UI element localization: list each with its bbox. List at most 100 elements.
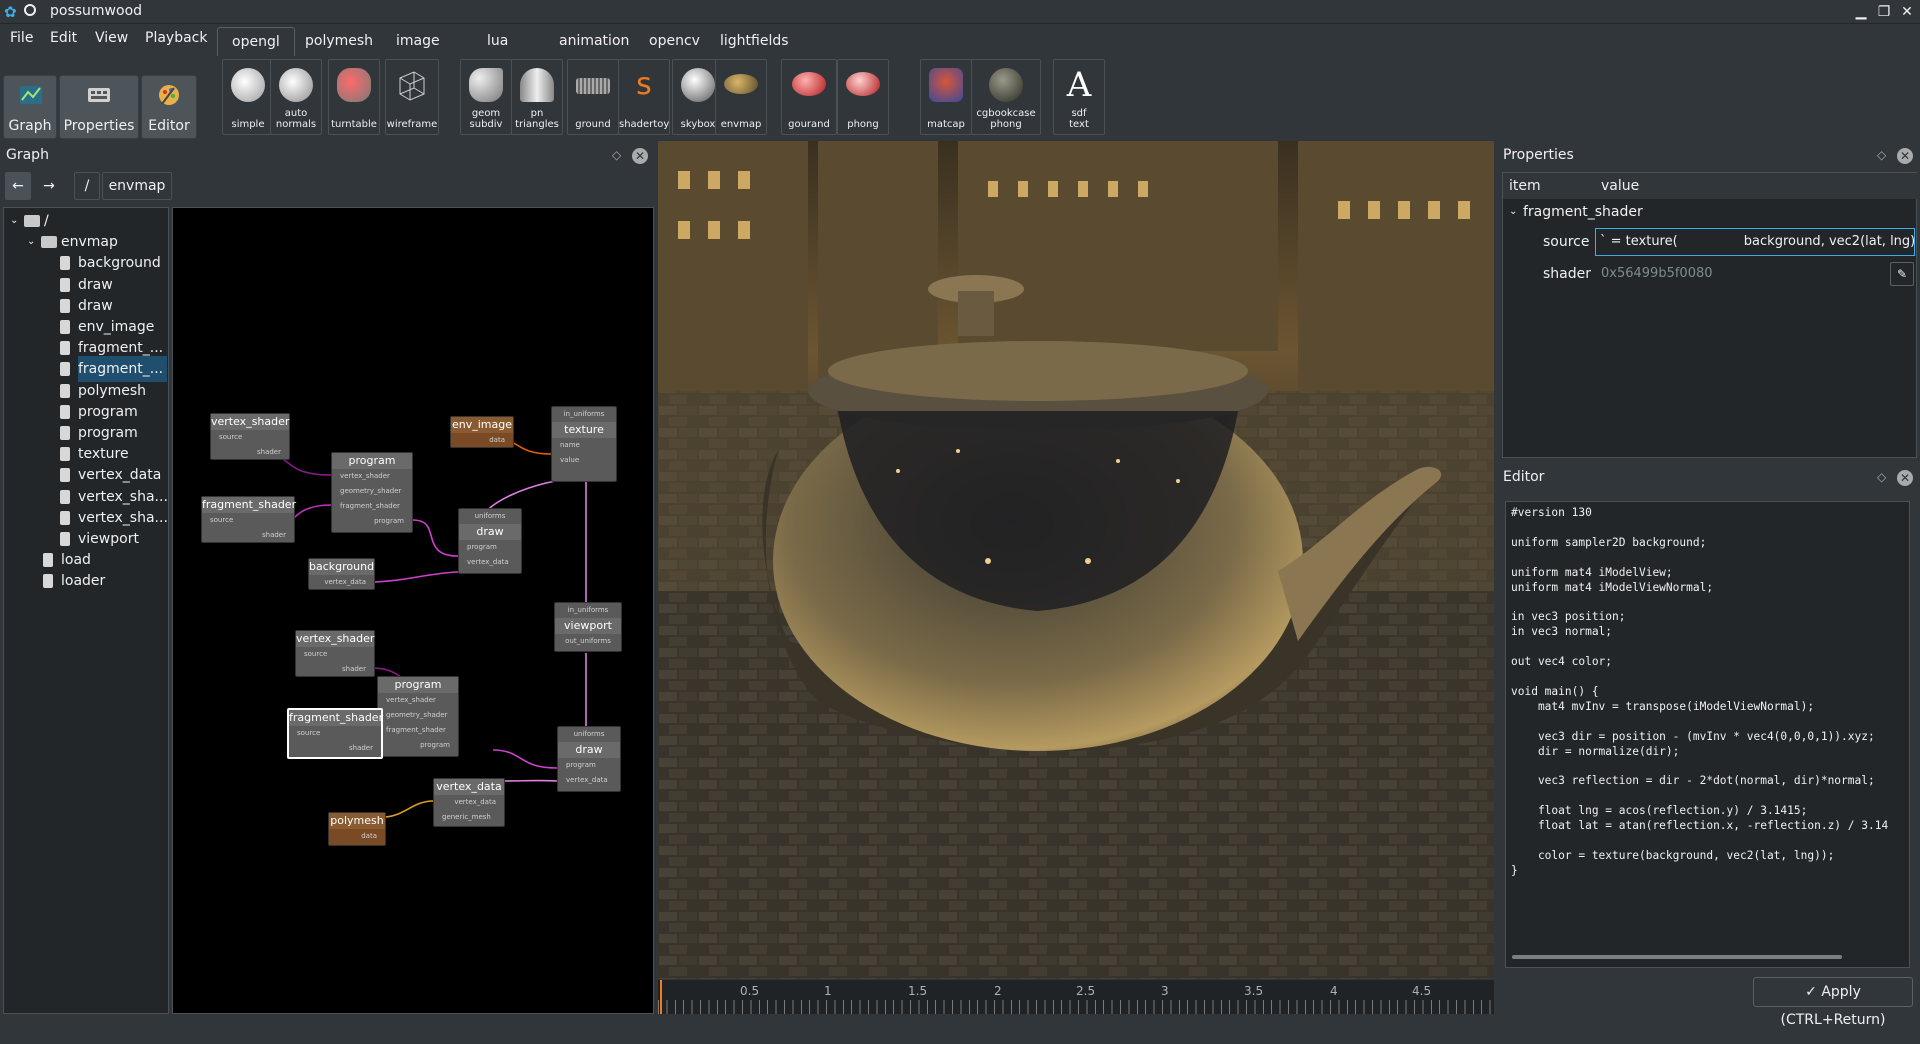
teapot-red-icon xyxy=(846,72,880,96)
float-dock-icon[interactable]: ◇ xyxy=(1877,148,1886,162)
node-icon xyxy=(60,404,70,419)
node-polymesh[interactable]: polymesh data xyxy=(328,812,386,846)
tree-item[interactable]: loader xyxy=(4,568,168,594)
float-dock-icon[interactable]: ◇ xyxy=(1877,470,1886,484)
tool-wireframe[interactable]: wireframe xyxy=(385,59,439,135)
menu-view[interactable]: View xyxy=(95,30,128,46)
graph-dock-button[interactable]: Graph xyxy=(3,75,57,139)
tool-simple[interactable]: simple xyxy=(222,59,274,135)
breadcrumb-current[interactable]: envmap xyxy=(102,172,172,200)
close-dock-icon[interactable]: ✕ xyxy=(1897,470,1913,486)
tool-shadertoy[interactable]: ꜱ shadertoy xyxy=(618,59,670,135)
tool-matcap[interactable]: matcap xyxy=(920,59,972,135)
properties-dock-button[interactable]: Properties xyxy=(59,75,139,139)
maximize-icon[interactable]: ❐ xyxy=(1875,3,1893,21)
port-label: program xyxy=(467,543,497,551)
column-header-value[interactable]: value xyxy=(1595,173,1920,199)
geom-subdiv-icon xyxy=(469,68,503,102)
node-vertex-shader[interactable]: vertex_shader source shader xyxy=(210,413,290,460)
tick-label: 1.5 xyxy=(908,984,928,998)
node-graph-canvas[interactable]: vertex_shader source shader fragment_sha… xyxy=(172,207,654,1014)
tab-polymesh[interactable]: polymesh xyxy=(291,27,387,55)
close-dock-icon[interactable]: ✕ xyxy=(632,148,648,164)
tick-label: 0.5 xyxy=(740,984,760,998)
forward-button[interactable]: → xyxy=(36,172,62,200)
tab-opengl[interactable]: opengl xyxy=(217,27,295,56)
window-menu-icon[interactable] xyxy=(24,4,36,16)
back-button[interactable]: ← xyxy=(5,172,31,200)
node-texture[interactable]: in_uniforms texture name value xyxy=(551,406,617,482)
tool-cgbookcase-phong[interactable]: cgbookcase phong xyxy=(971,59,1041,135)
node-vertex-data[interactable]: vertex_data vertex_data generic_mesh xyxy=(433,778,505,827)
port-label: name xyxy=(560,441,580,449)
minimize-icon[interactable]: ▁ xyxy=(1852,3,1870,21)
node-background[interactable]: background vertex_data xyxy=(308,558,375,590)
node-icon xyxy=(60,383,70,398)
tool-geom-subdiv[interactable]: geom subdiv xyxy=(460,59,512,135)
letter-a-icon: A xyxy=(1066,65,1092,105)
node-env-image[interactable]: env_image data xyxy=(450,416,514,448)
node-title: draw xyxy=(558,742,620,758)
node-fragment-shader[interactable]: fragment_shader source shader xyxy=(201,496,296,543)
graph-dock-label: Graph xyxy=(8,118,52,134)
tab-image[interactable]: image xyxy=(382,27,454,55)
node-title: vertex_shader xyxy=(211,414,290,430)
node-title: vertex_data xyxy=(434,779,504,795)
3d-viewport[interactable] xyxy=(658,141,1494,979)
matcap-icon xyxy=(929,68,963,102)
float-dock-icon[interactable]: ◇ xyxy=(612,148,621,162)
node-program[interactable]: program vertex_shader geometry_shader fr… xyxy=(331,452,413,533)
node-fragment-shader-selected[interactable]: fragment_shader source shader xyxy=(287,708,383,759)
menu-file[interactable]: File xyxy=(10,30,33,46)
menu-edit[interactable]: Edit xyxy=(50,30,77,46)
edit-icon[interactable]: ✎ xyxy=(1890,262,1914,286)
car-icon xyxy=(337,68,371,102)
menu-playback[interactable]: Playback xyxy=(145,30,207,46)
tab-lightfields[interactable]: lightfields xyxy=(706,27,803,55)
tool-phong[interactable]: phong xyxy=(837,59,889,135)
node-title: program xyxy=(378,677,458,693)
property-row-source: source ` = texture( background, vec2(lat… xyxy=(1503,227,1916,257)
node-icon xyxy=(60,468,70,483)
close-window-icon[interactable]: ✕ xyxy=(1898,3,1916,21)
tool-pn-triangles[interactable]: pn triangles xyxy=(511,59,563,135)
window-title: possumwood xyxy=(50,3,143,19)
tool-ground[interactable]: ground xyxy=(567,59,619,135)
port-label: program xyxy=(420,741,450,749)
tab-animation[interactable]: animation xyxy=(545,27,643,55)
tool-gourand[interactable]: gourand xyxy=(781,59,837,135)
apply-button[interactable]: ✓ Apply (CTRL+Return) xyxy=(1753,977,1913,1028)
port-label: shader xyxy=(261,531,286,539)
breadcrumb-root[interactable]: / xyxy=(74,172,100,200)
editor-dock-button[interactable]: Editor xyxy=(141,75,197,139)
node-draw[interactable]: uniforms draw program vertex_data xyxy=(458,508,522,574)
timeline-ruler[interactable]: 0.5 1 1.5 2 2.5 3 3.5 4 4.5 xyxy=(658,980,1494,1014)
node-icon xyxy=(60,510,70,525)
tool-label: shadertoy xyxy=(619,119,670,130)
tool-auto-normals[interactable]: auto normals xyxy=(270,59,322,135)
property-group-row[interactable]: ⌄ fragment_shader xyxy=(1503,199,1916,225)
node-vertex-shader[interactable]: vertex_shader source shader xyxy=(295,630,375,677)
code-editor[interactable]: #version 130 uniform sampler2D backgroun… xyxy=(1505,501,1910,968)
port-label: source xyxy=(210,516,234,524)
tool-envmap[interactable]: envmap xyxy=(715,59,767,135)
node-icon xyxy=(43,553,53,568)
property-row-shader: shader 0x56499b5f0080 ✎ xyxy=(1503,259,1916,289)
code-text[interactable]: #version 130 uniform sampler2D backgroun… xyxy=(1506,502,1909,883)
tick-label: 3 xyxy=(1161,984,1169,998)
close-dock-icon[interactable]: ✕ xyxy=(1897,148,1913,164)
tool-turntable[interactable]: turntable xyxy=(328,59,380,135)
graph-icon xyxy=(20,86,42,104)
tool-sdf-text[interactable]: A sdf text xyxy=(1053,59,1105,135)
node-draw[interactable]: uniforms draw program vertex_data xyxy=(557,726,621,792)
horizontal-scrollbar[interactable] xyxy=(1512,955,1842,959)
cube-wireframe-icon xyxy=(399,71,425,101)
tab-lua[interactable]: lua xyxy=(473,27,522,55)
source-value-field[interactable]: ` = texture( background, vec2(lat, lng))… xyxy=(1595,228,1915,256)
column-header-item[interactable]: item xyxy=(1503,173,1602,199)
tab-opencv[interactable]: opencv xyxy=(635,27,714,55)
node-program[interactable]: program vertex_shader geometry_shader fr… xyxy=(377,676,459,757)
tick-label: 1 xyxy=(824,984,832,998)
node-viewport[interactable]: in_uniforms viewport out_uniforms xyxy=(554,602,622,652)
chevron-down-icon[interactable]: ⌄ xyxy=(1509,199,1517,225)
